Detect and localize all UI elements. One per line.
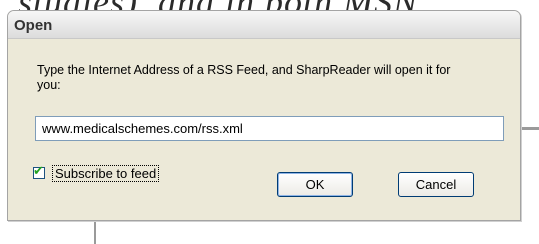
- dialog-title: Open: [14, 17, 53, 34]
- dialog-message: Type the Internet Address of a RSS Feed,…: [37, 63, 451, 92]
- subscribe-checkbox[interactable]: ✔: [33, 163, 45, 179]
- subscribe-checkbox-row[interactable]: ✔ Subscribe to feed: [33, 163, 160, 183]
- background-divider-horizontal: [522, 127, 539, 130]
- open-dialog: Open Type the Internet Address of a RSS …: [7, 10, 521, 221]
- dialog-titlebar: Open: [8, 11, 520, 39]
- cancel-button[interactable]: Cancel: [398, 172, 474, 197]
- background-divider-vertical: [94, 222, 96, 244]
- feed-url-input[interactable]: [35, 116, 504, 141]
- subscribe-label[interactable]: Subscribe to feed: [52, 164, 160, 182]
- ok-button[interactable]: OK: [277, 172, 353, 197]
- check-icon: ✔: [33, 163, 44, 178]
